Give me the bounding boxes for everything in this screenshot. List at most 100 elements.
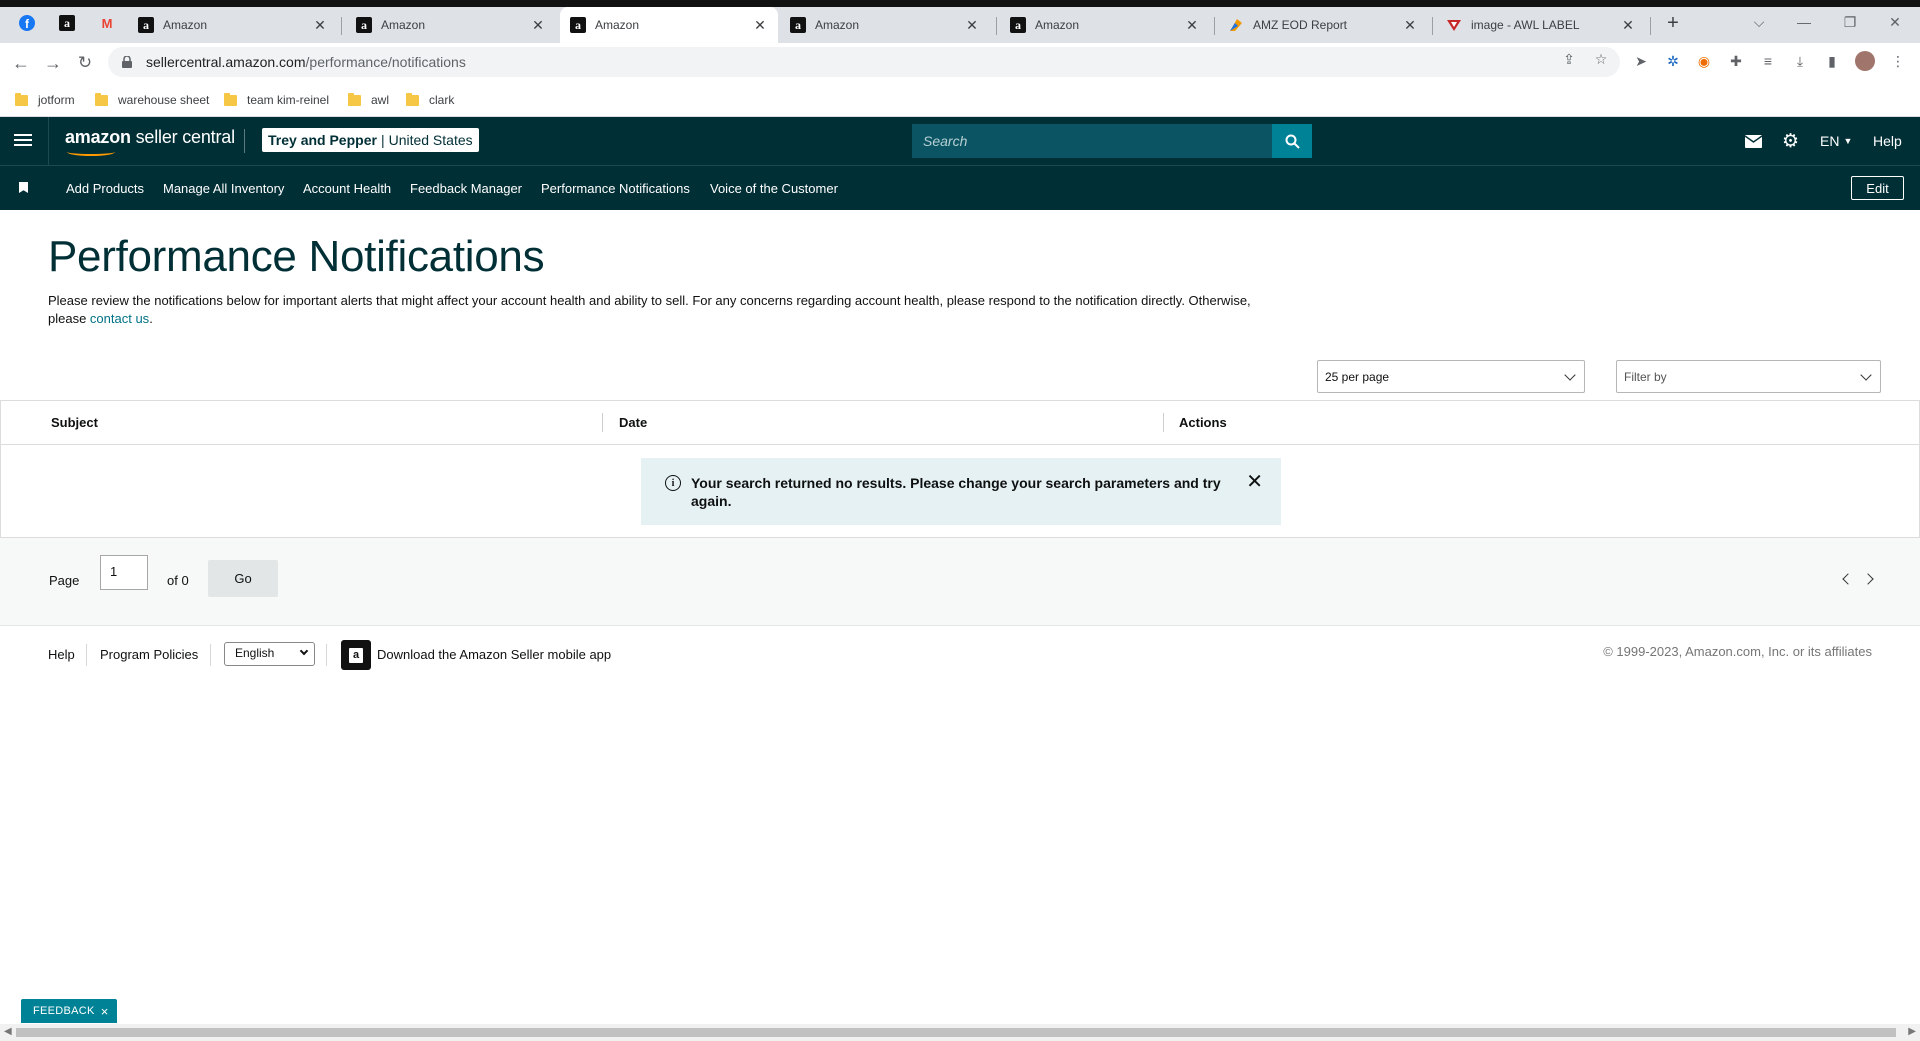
filter-by-select[interactable]: Filter by xyxy=(1616,360,1881,393)
restore-icon[interactable]: ❐ xyxy=(1835,14,1865,31)
bookmark-label: clark xyxy=(429,93,455,107)
scrollbar-thumb[interactable] xyxy=(16,1028,1896,1037)
chevron-down-icon xyxy=(299,646,309,656)
browser-tab[interactable]: image - AWL LABEL ✕ xyxy=(1436,7,1646,43)
nav-account-health[interactable]: Account Health xyxy=(303,181,391,196)
back-icon[interactable]: ← xyxy=(10,52,32,74)
edit-nav-button[interactable]: Edit xyxy=(1851,176,1904,200)
account-switcher[interactable]: Trey and Pepper | United States xyxy=(262,128,479,152)
side-panel-icon[interactable]: ▮ xyxy=(1823,52,1841,70)
browser-tab[interactable]: a Amazon ✕ xyxy=(346,7,556,43)
table-header: Subject Date Actions xyxy=(1,401,1919,445)
header-divider xyxy=(244,129,245,153)
logo-wordmark: amazon xyxy=(65,127,131,147)
horizontal-scrollbar[interactable]: ◀ ▶ xyxy=(0,1024,1920,1041)
browser-tab[interactable]: a Amazon ✕ xyxy=(128,7,338,43)
scroll-right-icon[interactable]: ▶ xyxy=(1908,1026,1916,1037)
previous-page-icon[interactable] xyxy=(1842,573,1854,585)
folder-icon xyxy=(224,92,237,106)
bookmark-label: team kim-reinel xyxy=(247,93,330,107)
new-tab-icon[interactable]: + xyxy=(1658,12,1688,35)
pinned-tab-facebook[interactable]: f xyxy=(16,12,38,34)
next-page-icon[interactable] xyxy=(1862,573,1874,585)
language-selector[interactable]: EN ▼ xyxy=(1820,131,1852,151)
page-description: Please review the notifications below fo… xyxy=(48,292,1278,328)
url-host: sellercentral.amazon.com xyxy=(146,54,306,70)
browser-tab[interactable]: AMZ EOD Report ✕ xyxy=(1218,7,1428,43)
browser-tab[interactable]: a Amazon ✕ xyxy=(780,7,990,43)
tab-close-icon[interactable]: ✕ xyxy=(1402,17,1418,33)
bookmark-folder[interactable]: warehouse sheet xyxy=(95,90,209,110)
settings-gear-icon[interactable]: ⚙ xyxy=(1782,131,1799,152)
profile-avatar[interactable] xyxy=(1855,51,1875,71)
amazon-seller-app-icon[interactable]: a xyxy=(341,640,371,670)
forward-icon[interactable]: → xyxy=(42,52,64,74)
search-button[interactable] xyxy=(1272,124,1312,158)
footer-language-select[interactable]: English xyxy=(224,642,315,666)
pinned-tab-gmail[interactable]: M xyxy=(96,12,118,34)
close-icon[interactable]: ✕ xyxy=(1246,472,1263,492)
minimize-icon[interactable]: — xyxy=(1789,14,1819,30)
page-number-input[interactable]: 1 xyxy=(100,555,148,590)
nav-add-products[interactable]: Add Products xyxy=(66,181,144,196)
program-policies-link[interactable]: Program Policies xyxy=(100,647,198,662)
account-name: Trey and Pepper xyxy=(268,132,377,148)
tab-close-icon[interactable]: ✕ xyxy=(752,17,768,33)
pinned-tab-amazon[interactable]: a xyxy=(56,12,78,34)
bookmark-star-icon[interactable]: ☆ xyxy=(1593,51,1609,67)
nav-voice-of-the-customer[interactable]: Voice of the Customer xyxy=(710,181,838,196)
download-app-link[interactable]: Download the Amazon Seller mobile app xyxy=(377,647,611,662)
nav-performance-notifications[interactable]: Performance Notifications xyxy=(541,181,690,196)
caret-down-icon: ▼ xyxy=(1843,136,1853,146)
extension-circle-icon[interactable]: ◉ xyxy=(1695,52,1713,70)
folder-icon xyxy=(15,92,28,106)
share-icon[interactable]: ⇪ xyxy=(1561,51,1577,67)
messages-icon[interactable] xyxy=(1745,131,1762,151)
extension-arrow-icon[interactable]: ➤ xyxy=(1632,52,1650,70)
per-page-select[interactable]: 25 per page xyxy=(1317,360,1585,393)
address-bar[interactable]: sellercentral.amazon.com/performance/not… xyxy=(108,47,1620,77)
extensions-puzzle-icon[interactable]: ✚ xyxy=(1727,52,1745,70)
logo-smile-icon xyxy=(67,148,115,156)
tab-close-icon[interactable]: ✕ xyxy=(312,17,328,33)
tab-divider xyxy=(1650,17,1651,35)
help-link[interactable]: Help xyxy=(1873,131,1902,151)
search-input[interactable]: Search xyxy=(912,124,1272,158)
amazon-seller-central-logo[interactable]: amazon seller central xyxy=(65,127,235,156)
bookmark-folder[interactable]: jotform xyxy=(15,90,75,110)
footer-divider xyxy=(210,644,211,666)
page-title: Performance Notifications xyxy=(48,232,545,281)
info-icon: i xyxy=(665,475,681,491)
media-queue-icon[interactable]: ≡ xyxy=(1759,52,1777,70)
reload-icon[interactable]: ↻ xyxy=(74,52,96,74)
column-header-date[interactable]: Date xyxy=(619,415,647,430)
nav-manage-all-inventory[interactable]: Manage All Inventory xyxy=(163,181,284,196)
download-icon[interactable]: ⤓ xyxy=(1791,52,1809,70)
feedback-button[interactable]: FEEDBACK × xyxy=(21,999,117,1023)
go-button[interactable]: Go xyxy=(208,560,278,597)
extension-compass-icon[interactable]: ✲ xyxy=(1664,52,1682,70)
feedback-close-icon[interactable]: × xyxy=(101,1004,109,1019)
tab-search-icon[interactable]: ⌵ xyxy=(1744,14,1774,31)
browser-tab[interactable]: a Amazon ✕ xyxy=(1000,7,1210,43)
bookmark-folder[interactable]: awl xyxy=(348,90,389,110)
column-divider xyxy=(602,413,603,432)
folder-icon xyxy=(406,92,419,106)
tab-close-icon[interactable]: ✕ xyxy=(1184,17,1200,33)
contact-us-link[interactable]: contact us xyxy=(90,311,149,326)
tab-close-icon[interactable]: ✕ xyxy=(1620,17,1636,33)
account-region: United States xyxy=(388,132,473,148)
scroll-left-icon[interactable]: ◀ xyxy=(4,1026,12,1037)
tab-close-icon[interactable]: ✕ xyxy=(964,17,980,33)
bookmark-icon[interactable] xyxy=(19,182,28,193)
bookmark-folder[interactable]: clark xyxy=(406,90,454,110)
browser-menu-icon[interactable]: ⋮ xyxy=(1889,52,1907,70)
column-header-subject[interactable]: Subject xyxy=(51,415,98,430)
nav-feedback-manager[interactable]: Feedback Manager xyxy=(410,181,522,196)
footer-help-link[interactable]: Help xyxy=(48,647,75,662)
browser-tab-active[interactable]: a Amazon ✕ xyxy=(560,7,778,43)
hamburger-menu-icon[interactable] xyxy=(14,131,32,149)
bookmark-folder[interactable]: team kim-reinel xyxy=(224,90,329,110)
window-close-icon[interactable]: ✕ xyxy=(1880,14,1910,31)
tab-close-icon[interactable]: ✕ xyxy=(530,17,546,33)
